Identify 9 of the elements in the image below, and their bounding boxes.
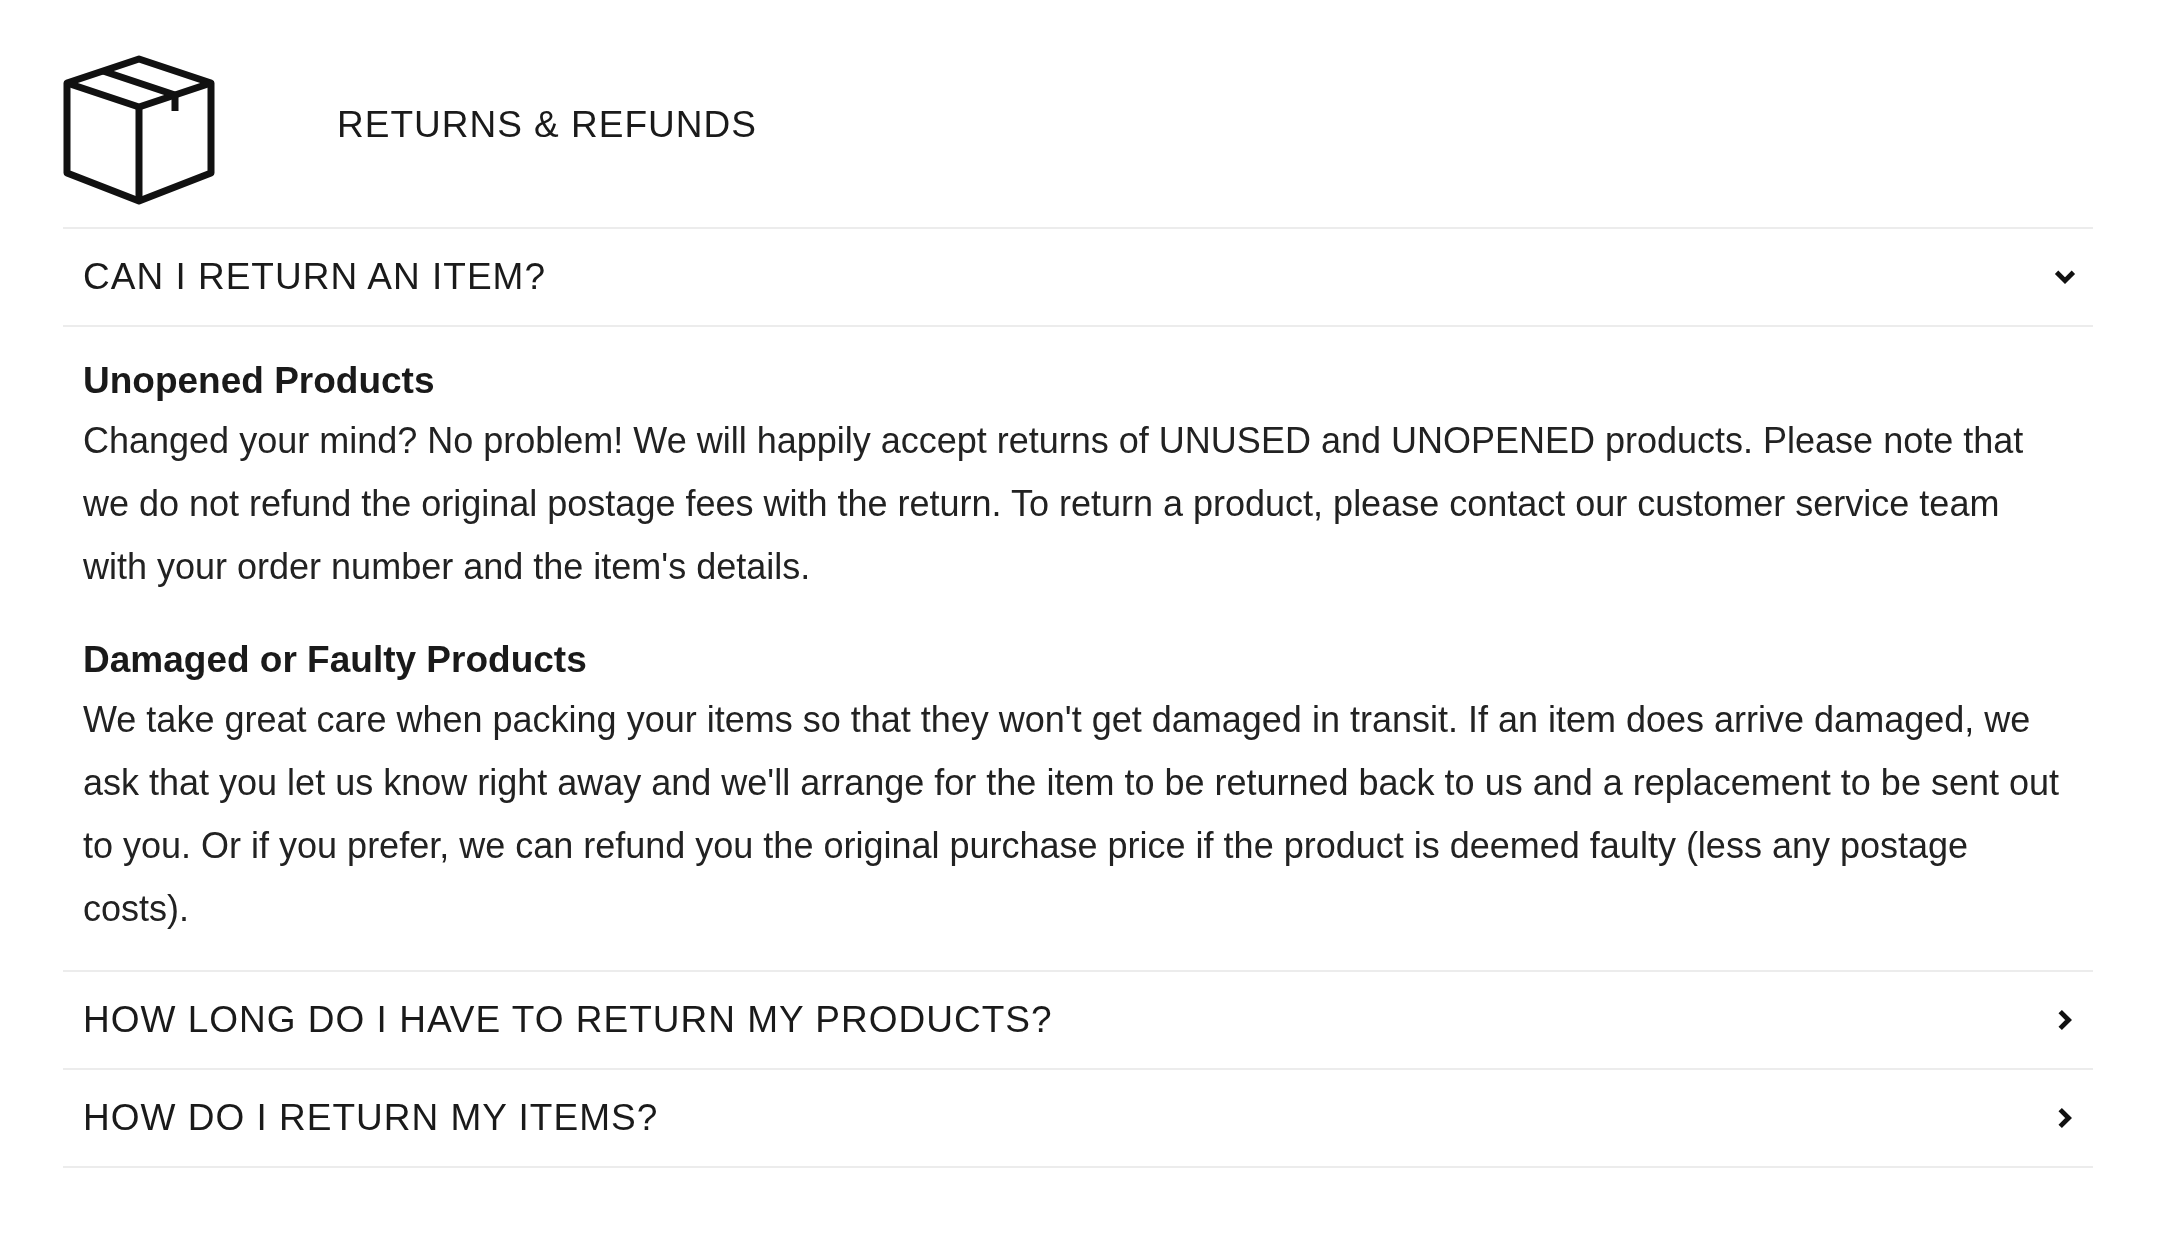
box-icon (63, 55, 215, 205)
answer-text: We take great care when packing your items so that they won't get damaged in transit. If an item does arrive damaged, we ask that you let us know right away and we'll arrange for the item to be returned back to us and a replacement to be sent out to you. Or if you prefer, we can refund you the original purchase price if the product is deemed faulty (less any postage costs). (83, 698, 2060, 931)
section-title: RETURNS & REFUNDS (337, 104, 757, 146)
answer-heading: Damaged or Faulty Products (83, 638, 588, 682)
answer-heading: Unopened Products (83, 359, 436, 403)
answer-text: Changed your mind? No problem! We will happily accept returns of UNUSED and UNOPENED products. Please note that we do not refund the original postage fees with the return. To return a product, please contact our customer service team with your order number and the item's details. (83, 419, 2025, 589)
faq-question[interactable]: HOW DO I RETURN MY ITEMS? (63, 1070, 2093, 1168)
faq-question[interactable]: HOW LONG DO I HAVE TO RETURN MY PRODUCTS? (63, 972, 2093, 1070)
faq-question[interactable]: CAN I RETURN AN ITEM? (63, 229, 2093, 327)
